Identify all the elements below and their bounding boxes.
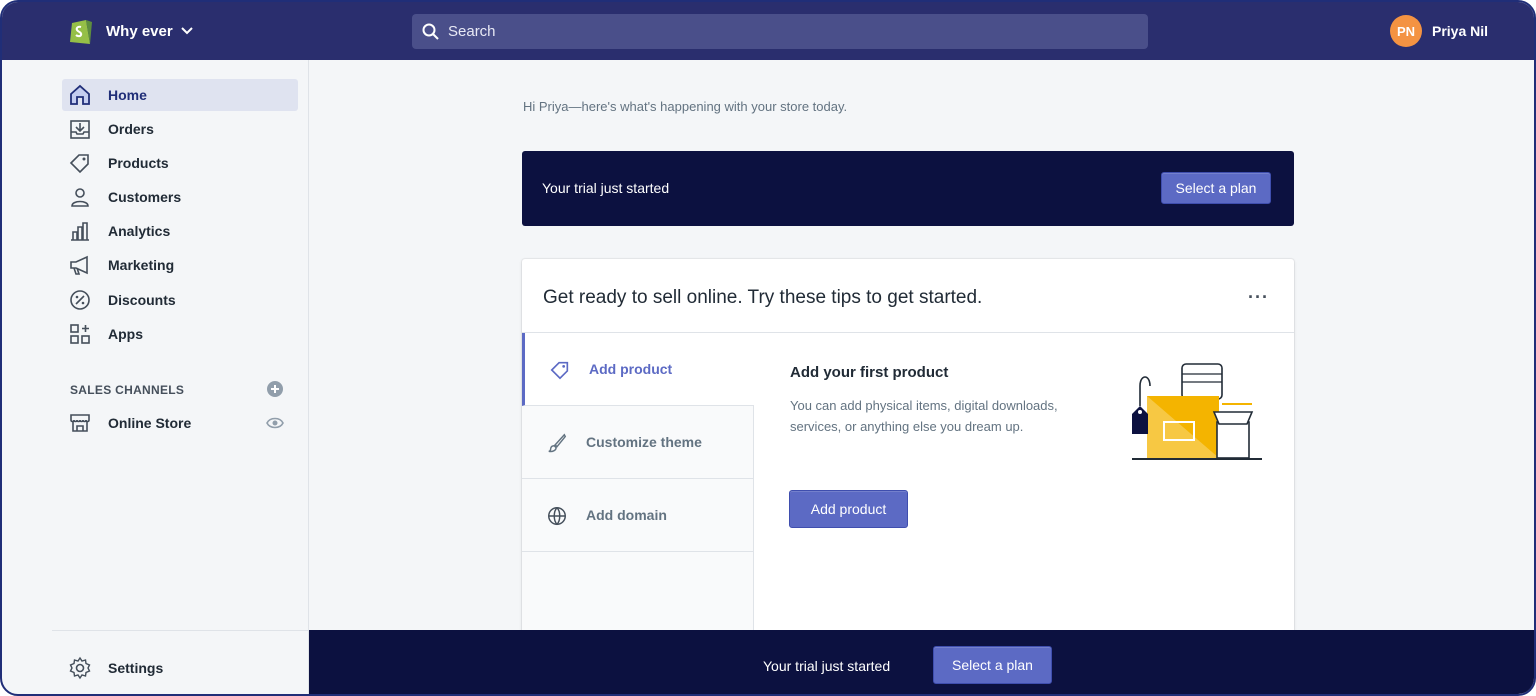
sidebar-item-label: Home (108, 87, 147, 103)
sidebar-item-label: Marketing (108, 257, 175, 273)
gear-icon (69, 656, 91, 680)
tag-icon (69, 154, 89, 174)
select-plan-button[interactable]: Select a plan (1161, 172, 1271, 204)
sales-channels-heading: SALES CHANNELS (70, 383, 185, 397)
eye-icon[interactable] (266, 416, 284, 430)
sidebar-item-customers[interactable]: Customers (62, 181, 298, 213)
globe-icon (548, 507, 566, 526)
sidebar-item-analytics[interactable]: Analytics (62, 215, 298, 247)
orders-icon (70, 120, 90, 139)
sidebar-item-online-store[interactable]: Online Store (62, 407, 298, 439)
sidebar-item-label: Settings (108, 660, 164, 676)
sidebar-item-apps[interactable]: Apps (62, 318, 298, 350)
home-icon (70, 84, 90, 105)
sidebar-item-label: Apps (108, 326, 143, 342)
trial-banner: Your trial just started Select a plan (522, 151, 1294, 226)
tab-add-product[interactable]: Add product (522, 333, 754, 406)
tips-tab-list: Add product Customize theme Add domain (522, 333, 754, 639)
sidebar-item-marketing[interactable]: Marketing (62, 249, 298, 281)
sidebar-item-label: Discounts (108, 292, 176, 308)
add-product-button[interactable]: Add product (789, 490, 908, 528)
apps-icon (70, 324, 90, 344)
sidebar-item-settings[interactable]: Settings (62, 652, 298, 684)
sidebar-item-orders[interactable]: Orders (62, 113, 298, 145)
product-illustration (1132, 363, 1262, 460)
app-window: Why ever PN Priya Nil Home (0, 0, 1536, 696)
tag-icon (550, 361, 569, 380)
sidebar-item-label: Products (108, 155, 169, 171)
megaphone-icon (70, 255, 88, 275)
add-channel-icon[interactable] (266, 380, 284, 398)
top-bar: Why ever PN Priya Nil (2, 2, 1534, 60)
chevron-down-icon (180, 27, 193, 35)
search-input[interactable] (448, 23, 1128, 40)
tab-label: Add product (589, 361, 673, 377)
brush-icon (548, 433, 567, 453)
discount-icon (70, 290, 90, 310)
sidebar-item-discounts[interactable]: Discounts (62, 284, 298, 316)
setup-guide-card: Get ready to sell online. Try these tips… (522, 259, 1294, 639)
card-title: Get ready to sell online. Try these tips… (543, 287, 983, 308)
sidebar-item-label: Analytics (108, 223, 171, 239)
search-bar (412, 14, 1148, 49)
bottom-trial-bar: Your trial just started Select a plan (309, 630, 1534, 694)
store-switcher[interactable]: Why ever (68, 16, 193, 46)
sidebar-footer: Settings (52, 630, 309, 694)
person-icon (71, 188, 89, 207)
user-name: Priya Nil (1432, 23, 1489, 39)
store-name: Why ever (106, 22, 173, 40)
sidebar-item-label: Customers (108, 189, 182, 205)
shopify-logo-icon (70, 20, 92, 44)
sidebar-item-products[interactable]: Products (62, 147, 298, 179)
sidebar: Home Orders Products Customers Analytics… (52, 60, 309, 630)
tip-title: Add your first product (790, 364, 949, 381)
greeting-text: Hi Priya—here's what's happening with yo… (523, 99, 848, 114)
search-icon (422, 23, 439, 40)
more-options-button[interactable]: ··· (1248, 287, 1272, 307)
bar-chart-icon (71, 222, 89, 241)
trial-text: Your trial just started (542, 180, 670, 196)
tab-add-domain[interactable]: Add domain (522, 479, 754, 552)
tab-label: Customize theme (586, 434, 702, 450)
store-icon (70, 414, 90, 432)
sidebar-item-label: Orders (108, 121, 154, 137)
tip-description: You can add physical items, digital down… (790, 398, 1058, 434)
sidebar-item-label: Online Store (108, 415, 192, 431)
tab-label: Add domain (586, 507, 667, 523)
sidebar-item-home[interactable]: Home (62, 79, 298, 111)
user-menu[interactable]: PN Priya Nil (1390, 15, 1488, 47)
bottom-select-plan-button[interactable]: Select a plan (933, 646, 1052, 684)
avatar: PN (1390, 15, 1422, 47)
bottom-trial-text: Your trial just started (763, 658, 891, 674)
tab-customize-theme[interactable]: Customize theme (522, 406, 754, 479)
